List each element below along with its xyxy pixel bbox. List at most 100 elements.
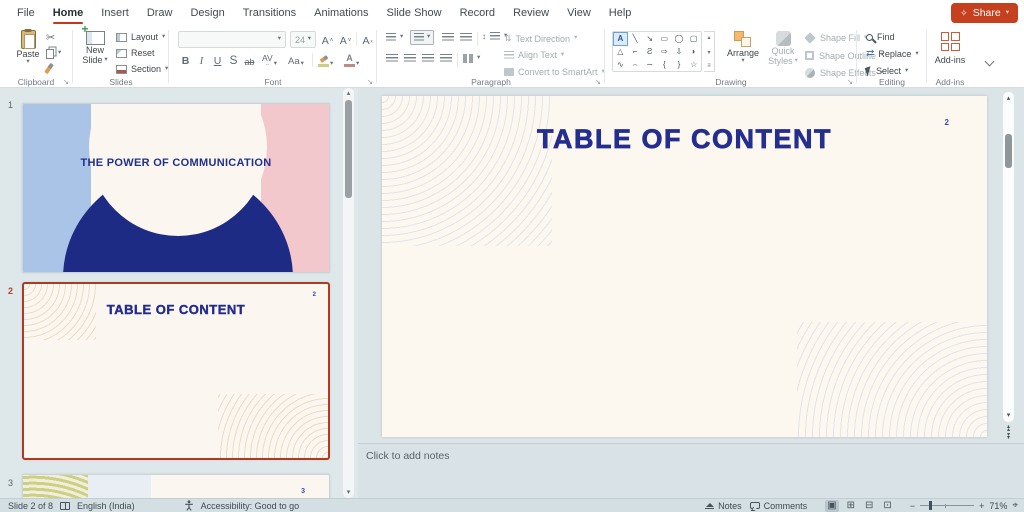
decrease-indent-button[interactable] xyxy=(442,33,454,42)
shape-arrow-down[interactable]: ⇩ xyxy=(672,46,687,58)
shape-wave[interactable]: ∼ xyxy=(642,59,657,71)
reset-button[interactable]: Reset xyxy=(116,48,155,58)
columns-button[interactable]: ▾ xyxy=(463,54,480,63)
menu-transitions[interactable]: Transitions xyxy=(234,1,305,25)
shape-brace-right[interactable]: } xyxy=(672,59,687,71)
menu-insert[interactable]: Insert xyxy=(92,1,138,25)
new-slide-button[interactable]: New Slide▾ xyxy=(78,23,112,66)
bold-button[interactable]: B xyxy=(178,52,193,68)
canvas-scrollbar[interactable]: ▴ ▾ xyxy=(1003,92,1014,422)
paste-button[interactable]: Paste ▾ xyxy=(12,30,44,66)
paragraph-dialog-launcher[interactable]: ↘ xyxy=(595,79,601,86)
slide3-thumbnail[interactable]: 3 xyxy=(22,474,330,498)
arrange-button[interactable]: Arrange ▾ xyxy=(722,31,764,65)
notes-placeholder[interactable]: Click to add notes xyxy=(366,450,449,462)
numbering-button[interactable]: ▾ xyxy=(410,30,435,45)
highlight-color-button[interactable]: ▾ xyxy=(318,52,333,68)
menu-design[interactable]: Design xyxy=(181,1,233,25)
scroll-up-icon[interactable]: ▴ xyxy=(1003,95,1014,102)
shape-brace-left[interactable]: { xyxy=(657,59,672,71)
italic-button[interactable]: I xyxy=(194,52,209,68)
drawing-dialog-launcher[interactable]: ↘ xyxy=(847,79,853,86)
menu-record[interactable]: Record xyxy=(451,1,504,25)
shape-rectangle[interactable]: ▭ xyxy=(657,32,672,46)
grow-font-button[interactable]: A ˄ xyxy=(320,32,335,48)
quick-styles-button[interactable]: Quick Styles ▾ xyxy=(766,31,800,67)
shadow-button[interactable]: S xyxy=(226,52,241,68)
gallery-down-icon[interactable]: ▾ xyxy=(707,49,710,56)
slide2-thumbnail[interactable]: TABLE OF CONTENT 2 xyxy=(22,282,330,460)
thumbnail-scrollbar-thumb[interactable] xyxy=(345,100,352,198)
menu-home[interactable]: Home xyxy=(44,1,93,25)
shrink-font-button[interactable]: A ˅ xyxy=(338,32,353,48)
menu-view[interactable]: View xyxy=(558,1,600,25)
menu-draw[interactable]: Draw xyxy=(138,1,182,25)
shape-partial-circle[interactable]: ◗ xyxy=(686,46,701,58)
font-size-combobox[interactable]: 24 ▾ xyxy=(290,31,316,48)
canvas-scrollbar-thumb[interactable] xyxy=(1005,134,1012,168)
increase-indent-button[interactable] xyxy=(460,33,472,42)
shape-scribble[interactable]: ∿ xyxy=(613,59,628,71)
notes-pane[interactable]: Click to add notes xyxy=(358,443,1024,498)
zoom-slider[interactable] xyxy=(920,501,975,510)
bullets-button[interactable]: ▾ xyxy=(386,33,403,42)
accessibility-status[interactable]: Accessibility: Good to go xyxy=(201,501,300,511)
section-button[interactable]: Section ▾ xyxy=(116,64,168,74)
find-button[interactable]: Find xyxy=(866,32,895,42)
slide-sorter-view-button[interactable]: ⊞ xyxy=(845,500,857,512)
share-button[interactable]: ✧ Share ▾ xyxy=(951,3,1018,23)
format-painter-button[interactable] xyxy=(44,62,54,75)
slideshow-view-button[interactable]: ⊡ xyxy=(881,500,893,512)
comments-toggle[interactable]: Comments xyxy=(749,501,807,511)
align-right-button[interactable] xyxy=(422,54,434,63)
shape-rounded-rectangle[interactable]: ▢ xyxy=(686,32,701,46)
menu-slide-show[interactable]: Slide Show xyxy=(378,1,451,25)
normal-view-button[interactable]: ▣ xyxy=(825,499,839,512)
replace-button[interactable]: ⇄ Replace ▾ xyxy=(866,49,919,60)
slide-canvas[interactable]: TABLE OF CONTENT 2 xyxy=(382,96,987,437)
scroll-up-icon[interactable]: ▴ xyxy=(343,90,354,97)
next-slide-button[interactable]: ▾ ▾ xyxy=(1007,432,1010,441)
addins-button[interactable]: Add-ins xyxy=(932,32,968,65)
spellcheck-book-icon[interactable] xyxy=(60,501,71,510)
cut-button[interactable]: ✂ xyxy=(46,31,55,44)
reading-view-button[interactable]: ⊟ xyxy=(863,500,875,512)
align-center-button[interactable] xyxy=(404,54,416,63)
collapse-ribbon-chevron[interactable] xyxy=(984,56,995,67)
slide-title-text[interactable]: TABLE OF CONTENT xyxy=(382,124,987,155)
shape-oval[interactable]: ◯ xyxy=(672,32,687,46)
clipboard-dialog-launcher[interactable]: ↘ xyxy=(63,79,69,86)
font-color-button[interactable]: A ▾ xyxy=(344,52,359,68)
thumbnail-scrollbar[interactable]: ▴ ▾ xyxy=(343,88,354,498)
change-case-button[interactable]: Aa ▾ xyxy=(288,52,304,68)
slide-indicator[interactable]: Slide 2 of 8 xyxy=(8,501,53,511)
menu-help[interactable]: Help xyxy=(600,1,641,25)
align-text-button[interactable]: Align Text ▾ xyxy=(504,50,564,60)
shape-star[interactable]: ☆ xyxy=(686,59,701,71)
gallery-more-icon[interactable]: ≡ xyxy=(707,63,711,69)
copy-button[interactable]: ▾ xyxy=(46,47,61,59)
menu-animations[interactable]: Animations xyxy=(305,1,377,25)
clear-formatting-button[interactable]: Aₓ xyxy=(360,32,375,48)
strikethrough-button[interactable]: ab xyxy=(242,52,257,68)
convert-to-smartart-button[interactable]: Convert to SmartArt ▾ xyxy=(504,67,605,77)
slide1-thumbnail[interactable]: THE POWER OF COMMUNICATION xyxy=(22,103,330,273)
menu-review[interactable]: Review xyxy=(504,1,558,25)
shapes-gallery[interactable]: A ╲ ↘ ▭ ◯ ▢ △ ⌐ Ƨ ⇨ ⇩ ◗ ∿ ⌢ ∼ { } ☆ xyxy=(612,31,702,72)
text-direction-button[interactable]: ⇅ Text Direction ▾ xyxy=(504,33,577,44)
layout-button[interactable]: Layout ▾ xyxy=(116,32,165,42)
shape-elbow[interactable]: ⌐ xyxy=(628,46,643,58)
zoom-out-button[interactable]: − xyxy=(910,501,915,511)
scroll-down-icon[interactable]: ▾ xyxy=(1003,412,1014,419)
shape-arc[interactable]: ⌢ xyxy=(628,59,643,71)
shape-curve[interactable]: Ƨ xyxy=(642,46,657,58)
align-left-button[interactable] xyxy=(386,54,398,63)
shape-line[interactable]: ╲ xyxy=(628,32,643,46)
shape-arrow[interactable]: ↘ xyxy=(642,32,657,46)
font-dialog-launcher[interactable]: ↘ xyxy=(367,79,373,86)
shapes-gallery-scroll[interactable]: ▴ ▾ ≡ xyxy=(704,31,715,72)
notes-toggle[interactable]: Notes xyxy=(705,501,742,511)
scroll-down-icon[interactable]: ▾ xyxy=(343,489,354,496)
language-indicator[interactable]: English (India) xyxy=(77,501,135,511)
select-button[interactable]: Select ▾ xyxy=(864,65,908,77)
